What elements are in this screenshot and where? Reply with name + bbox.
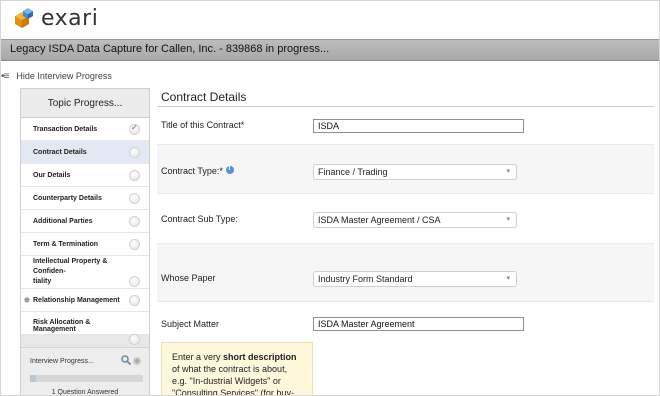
contract-type-select[interactable]: Finance / Trading ▾ xyxy=(313,164,517,180)
topic-label: Contract Details xyxy=(33,148,87,156)
section-title: Contract Details xyxy=(161,90,247,104)
subject-help-tooltip: Enter a very short description of what t… xyxy=(161,342,313,396)
app-window: exari Legacy ISDA Data Capture for Calle… xyxy=(0,0,660,396)
hide-progress-toggle[interactable]: •≡ Hide Interview Progress xyxy=(1,69,112,83)
top-bar: exari xyxy=(1,1,659,39)
status-circle-icon xyxy=(129,294,140,306)
paper-label: Whose Paper xyxy=(161,273,216,283)
topic-transaction-details[interactable]: Transaction Details xyxy=(21,118,149,141)
status-circle-icon xyxy=(129,192,140,204)
topic-label: Relationship Management xyxy=(33,296,120,304)
topic-contract-details[interactable]: Contract Details xyxy=(21,141,149,164)
topic-our-details[interactable]: Our Details xyxy=(21,164,149,187)
topic-label: Additional Parties xyxy=(33,217,93,225)
exari-cubes-logo-icon xyxy=(15,8,33,28)
chevron-down-icon: ▾ xyxy=(506,275,510,282)
hamburger-icon: •≡ xyxy=(1,70,9,82)
status-circle-icon xyxy=(129,334,140,345)
topic-label: Risk Allocation & Management xyxy=(33,319,91,333)
contract-details-form: Contract Details Title of this Contract*… xyxy=(157,88,659,396)
interview-progress: Interview Progress... 1 Question Answere… xyxy=(21,347,149,396)
contract-subtype-value: ISDA Master Agreement / CSA xyxy=(318,215,441,225)
window-title: Legacy ISDA Data Capture for Callen, Inc… xyxy=(10,43,330,55)
interview-progress-label: Interview Progress... xyxy=(30,358,94,365)
topic-additional-parties[interactable]: Additional Parties xyxy=(21,210,149,233)
topic-progress-panel: Topic Progress... Transaction Details Co… xyxy=(20,88,150,396)
title-label: Title of this Contract* xyxy=(161,120,245,130)
topic-list: Transaction Details Contract Details Our… xyxy=(21,118,149,345)
help-text-bold: short description xyxy=(223,352,297,362)
topic-intellectual-property[interactable]: Intellectual Property & Confiden- tialit… xyxy=(21,256,149,289)
info-icon[interactable] xyxy=(225,165,234,174)
type-label: Contract Type:* xyxy=(161,166,223,176)
topic-term-termination[interactable]: Term & Termination xyxy=(21,233,149,256)
subtype-label: Contract Sub Type: xyxy=(161,214,238,224)
whose-paper-value: Industry Form Standard xyxy=(318,274,413,284)
help-text-suffix: of what the contract is about, e.g. "In-… xyxy=(172,364,294,396)
contract-type-value: Finance / Trading xyxy=(318,167,388,177)
topic-relationship-management[interactable]: ⊕ Relationship Management xyxy=(21,289,149,312)
contract-subtype-select[interactable]: ISDA Master Agreement / CSA ▾ xyxy=(313,212,517,228)
interview-progress-bar xyxy=(30,375,143,382)
completed-check-icon xyxy=(129,123,140,135)
topic-progress-heading: Topic Progress... xyxy=(21,89,149,118)
progress-fill xyxy=(30,375,36,382)
status-circle-icon xyxy=(129,169,140,181)
questions-answered-text: 1 Question Answered xyxy=(51,389,119,396)
topic-label: Intellectual Property & Confiden- tialit… xyxy=(33,258,108,285)
subtype-row: Contract Sub Type: ISDA Master Agreement… xyxy=(157,194,654,244)
topic-label: Term & Termination xyxy=(33,240,99,248)
whose-paper-select[interactable]: Industry Form Standard ▾ xyxy=(313,271,517,287)
topic-counterparty-details[interactable]: Counterparty Details xyxy=(21,187,149,210)
window-title-bar: Legacy ISDA Data Capture for Callen, Inc… xyxy=(1,39,659,61)
topic-label: Counterparty Details xyxy=(33,194,102,202)
status-circle-icon xyxy=(129,215,140,227)
topic-label: Our Details xyxy=(33,171,71,179)
contract-title-input[interactable]: ISDA xyxy=(313,119,524,133)
help-text-prefix: Enter a very xyxy=(172,352,224,362)
expand-icon[interactable]: ⊕ xyxy=(24,296,30,304)
type-row: Contract Type:* Finance / Trading ▾ xyxy=(157,145,654,194)
subject-matter-input[interactable]: ISDA Master Agreement xyxy=(313,317,524,331)
subject-label: Subject Matter xyxy=(161,319,220,329)
title-row: Title of this Contract* ISDA xyxy=(157,107,654,145)
status-circle-icon xyxy=(129,238,140,250)
gear-icon[interactable] xyxy=(133,357,141,365)
type-label-wrap: Contract Type:* xyxy=(161,165,234,176)
brand-name: exari xyxy=(41,6,99,31)
paper-row: Whose Paper Industry Form Standard ▾ xyxy=(157,244,654,302)
hide-progress-label: Hide Interview Progress xyxy=(16,71,112,81)
topic-risk-allocation[interactable]: Risk Allocation & Management xyxy=(21,312,149,345)
subject-row: Subject Matter ISDA Master Agreement xyxy=(157,302,654,340)
topic-label: Transaction Details xyxy=(33,125,98,133)
magnifier-icon[interactable] xyxy=(121,355,131,365)
status-circle-icon xyxy=(129,276,140,287)
chevron-down-icon: ▾ xyxy=(506,216,510,223)
brand-logo[interactable]: exari xyxy=(11,7,98,31)
status-circle-icon xyxy=(129,146,140,158)
chevron-down-icon: ▾ xyxy=(506,168,510,175)
